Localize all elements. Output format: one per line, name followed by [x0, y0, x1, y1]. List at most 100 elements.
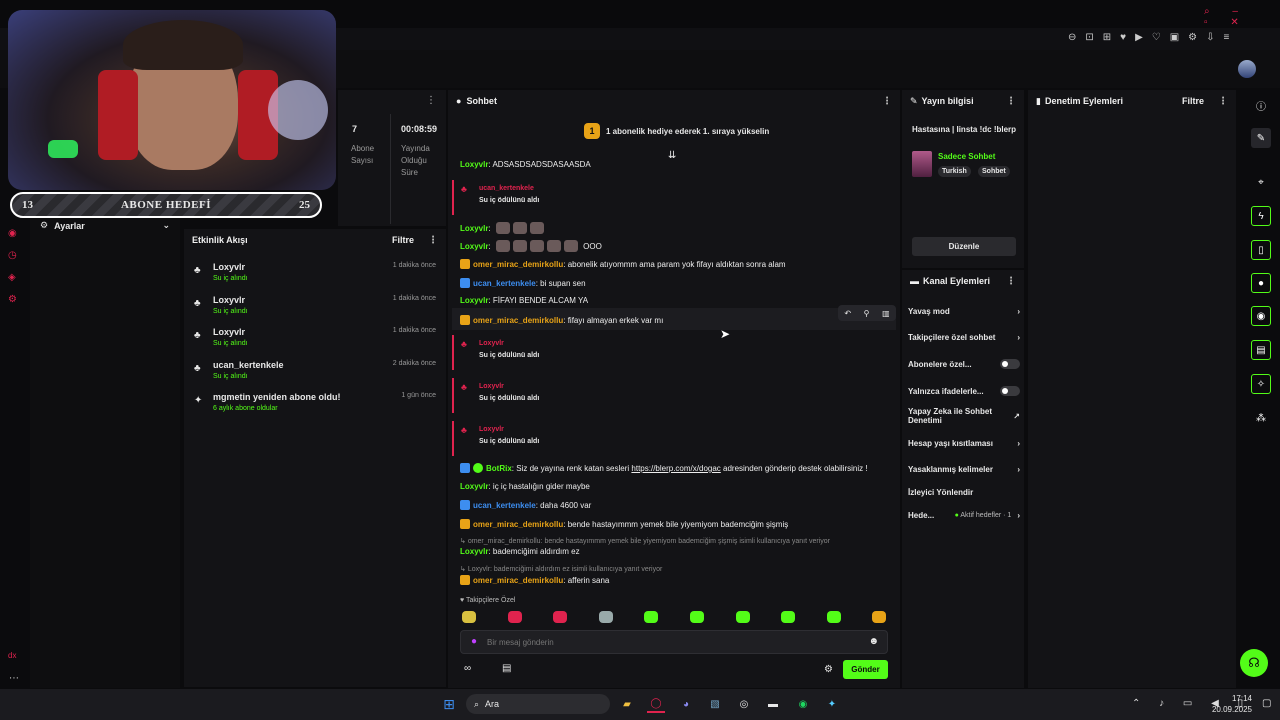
- rail-icon-3[interactable]: ◈: [8, 272, 16, 283]
- chat-settings-icon[interactable]: ⚙: [824, 664, 833, 675]
- toggle-switch[interactable]: [1000, 386, 1020, 396]
- toggle-switch[interactable]: [1000, 359, 1020, 369]
- chat-menu-icon[interactable]: ⋮: [882, 96, 892, 107]
- chat-message[interactable]: Loxyvlr: OOO: [460, 240, 602, 252]
- emote-icon[interactable]: [507, 611, 522, 623]
- bolt-icon[interactable]: ϟ: [1251, 206, 1271, 226]
- chat-message[interactable]: Loxyvlr: ADSASDSADSDASAASDA: [460, 160, 591, 169]
- window-controls[interactable]: ⌕ – ▫ ✕: [1204, 6, 1274, 28]
- edit-button[interactable]: Düzenle: [912, 237, 1016, 256]
- emote-icon[interactable]: [553, 611, 568, 623]
- photos-icon[interactable]: ▧: [706, 695, 724, 713]
- chat-message[interactable]: Loxyvlr: FİFAYI BENDE ALCAM YA: [460, 296, 588, 305]
- layout-icon[interactable]: ▤: [1251, 340, 1271, 360]
- reward-user[interactable]: Loxyvlr: [479, 340, 504, 347]
- windows-start-icon[interactable]: ⊞: [440, 695, 458, 713]
- support-button[interactable]: ☊: [1240, 649, 1268, 677]
- activity-item[interactable]: ♣ Loxyvlr Su iç alındı 1 dakika önce: [194, 295, 436, 315]
- activity-item[interactable]: ♣ Loxyvlr Su iç alındı 1 dakika önce: [194, 262, 436, 282]
- settings-row[interactable]: ⚙ Ayarlar ⌄: [40, 220, 170, 231]
- taskbar-search[interactable]: ⌕ Ara: [466, 694, 610, 714]
- reward-user[interactable]: Loxyvlr: [479, 426, 504, 433]
- channel-action-row[interactable]: Yapay Zeka ile Sohbet Denetimi ↗: [908, 407, 1020, 425]
- scroll-down-icon[interactable]: ⇊: [668, 150, 676, 161]
- delete-icon[interactable]: ▥: [882, 309, 890, 318]
- channel-action-row[interactable]: Takipçilere özel sohbet ›: [908, 333, 1020, 342]
- chat-message[interactable]: omer_mirac_demirkollu: afferin sana: [460, 575, 609, 585]
- file-explorer-icon[interactable]: ▰: [618, 695, 636, 713]
- channel-action-row[interactable]: Yasaklanmış kelimeler ›: [908, 465, 1020, 474]
- wrench-icon[interactable]: ✧: [1251, 374, 1271, 394]
- nodes-icon[interactable]: ⁂: [1251, 408, 1271, 428]
- emote-icon[interactable]: [781, 611, 796, 623]
- app-icon[interactable]: ✦: [823, 695, 841, 713]
- activity-item[interactable]: ♣ Loxyvlr Su iç alındı 1 dakika önce: [194, 327, 436, 347]
- channel-action-row[interactable]: İzleyici Yönlendir: [908, 488, 1020, 497]
- rail-icon-1[interactable]: ◉: [8, 228, 17, 239]
- pin-icon[interactable]: ⚲: [864, 309, 870, 318]
- rail-icon-4[interactable]: ⚙: [8, 294, 17, 305]
- chat-message[interactable]: ucan_kertenkele: daha 4600 var: [460, 500, 591, 510]
- emote-icon[interactable]: [735, 611, 750, 623]
- channel-action-row[interactable]: Yavaş mod ›: [908, 307, 1020, 316]
- crosshair-icon[interactable]: ⌖: [1251, 172, 1271, 192]
- chat-message[interactable]: Loxyvlr: bademciğimi aldırdım ez: [460, 547, 580, 556]
- mic-icon[interactable]: ●: [471, 636, 477, 647]
- broadcast-icon[interactable]: ◉: [1251, 306, 1271, 326]
- bottom-left-icon[interactable]: dx: [8, 651, 16, 660]
- chat-message[interactable]: BotRix: Siz de yayına renk katan sesleri…: [460, 463, 868, 473]
- toolbar-icons[interactable]: ⊖⊡⊞♥▶♡▣⚙⇩≡: [1068, 32, 1273, 46]
- send-button[interactable]: Gönder: [843, 660, 888, 679]
- chat-message[interactable]: Loxyvlr:: [460, 222, 544, 234]
- emoji-icon[interactable]: ☻: [868, 636, 879, 647]
- chat-message[interactable]: omer_mirac_demirkollu: bende hastayımmm …: [460, 519, 788, 529]
- emote-icon[interactable]: [598, 611, 613, 623]
- channel-action-row[interactable]: Hesap yaşı kısıtlaması ›: [908, 439, 1020, 448]
- chat-icon[interactable]: ●: [1251, 273, 1271, 293]
- emote-icon[interactable]: [872, 611, 887, 623]
- chat-input-box[interactable]: ● ☻: [460, 630, 888, 654]
- discord-icon[interactable]: ◕: [677, 695, 695, 713]
- store-icon[interactable]: ▤: [502, 663, 511, 674]
- channel-action-row[interactable]: Abonelere özel...: [908, 359, 1020, 369]
- channel-action-row[interactable]: Hede... ● Aktif hedefler · 1 ›: [908, 511, 1020, 520]
- info-icon[interactable]: ⓘ: [1251, 95, 1271, 115]
- tag-chip[interactable]: Sohbet: [978, 166, 1010, 177]
- activity-filter-button[interactable]: Filtre: [392, 235, 414, 245]
- tag-chip[interactable]: Turkish: [938, 166, 971, 177]
- channel-actions-menu-icon[interactable]: ⋮: [1006, 276, 1016, 287]
- channel-action-row[interactable]: Yalnızca ifadelerle...: [908, 386, 1020, 396]
- emote-icon[interactable]: [644, 611, 659, 623]
- chat-message[interactable]: omer_mirac_demirkollu: fifayı almayan er…: [460, 315, 663, 325]
- chat-input[interactable]: [487, 634, 857, 650]
- user-avatar[interactable]: [1238, 60, 1256, 78]
- category-name[interactable]: Sadece Sohbet: [938, 152, 995, 161]
- moderation-menu-icon[interactable]: ⋮: [1218, 96, 1228, 107]
- emote-icon[interactable]: [826, 611, 841, 623]
- activity-menu-icon[interactable]: ⋮: [428, 235, 438, 246]
- infinity-icon[interactable]: ∞: [464, 663, 471, 674]
- notification-icon[interactable]: ▢: [1262, 698, 1271, 709]
- pinned-banner[interactable]: 1 1 abonelik hediye ederek 1. sıraya yük…: [584, 123, 769, 139]
- activity-item[interactable]: ✦ mgmetin yeniden abone oldu! 6 aylık abon…: [194, 392, 436, 412]
- emote-icon[interactable]: [690, 611, 704, 623]
- reward-user[interactable]: ucan_kertenkele: [479, 185, 534, 192]
- activity-item[interactable]: ♣ ucan_kertenkele Su iç alındı 2 dakika önc…: [194, 360, 436, 380]
- rail-icon-2[interactable]: ◷: [8, 250, 17, 261]
- chat-message[interactable]: omer_mirac_demirkollu: abonelik atıyommm…: [460, 259, 786, 269]
- bookmark-icon[interactable]: ▯: [1251, 240, 1271, 260]
- stats-menu-icon[interactable]: ⋮: [426, 95, 436, 106]
- opera-icon[interactable]: ◯: [647, 695, 665, 713]
- spotify-icon[interactable]: ◉: [794, 695, 812, 713]
- moderation-filter-button[interactable]: Filtre: [1182, 96, 1204, 106]
- pencil-icon[interactable]: ✎: [1251, 128, 1271, 148]
- more-dots-icon[interactable]: ⋯: [9, 673, 19, 684]
- emote-icon[interactable]: [462, 611, 476, 623]
- stream-info-menu-icon[interactable]: ⋮: [1006, 96, 1016, 107]
- chat-message[interactable]: Loxyvlr: iç iç hastalığın gider maybe: [460, 482, 590, 491]
- blerp-link[interactable]: https://blerp.com/x/dogac: [631, 464, 720, 473]
- chat-message[interactable]: ucan_kertenkele: bi supan sen: [460, 278, 586, 288]
- reward-user[interactable]: Loxyvlr: [479, 383, 504, 390]
- terminal-icon[interactable]: ▬: [764, 695, 782, 713]
- reply-icon[interactable]: ↶: [844, 309, 851, 318]
